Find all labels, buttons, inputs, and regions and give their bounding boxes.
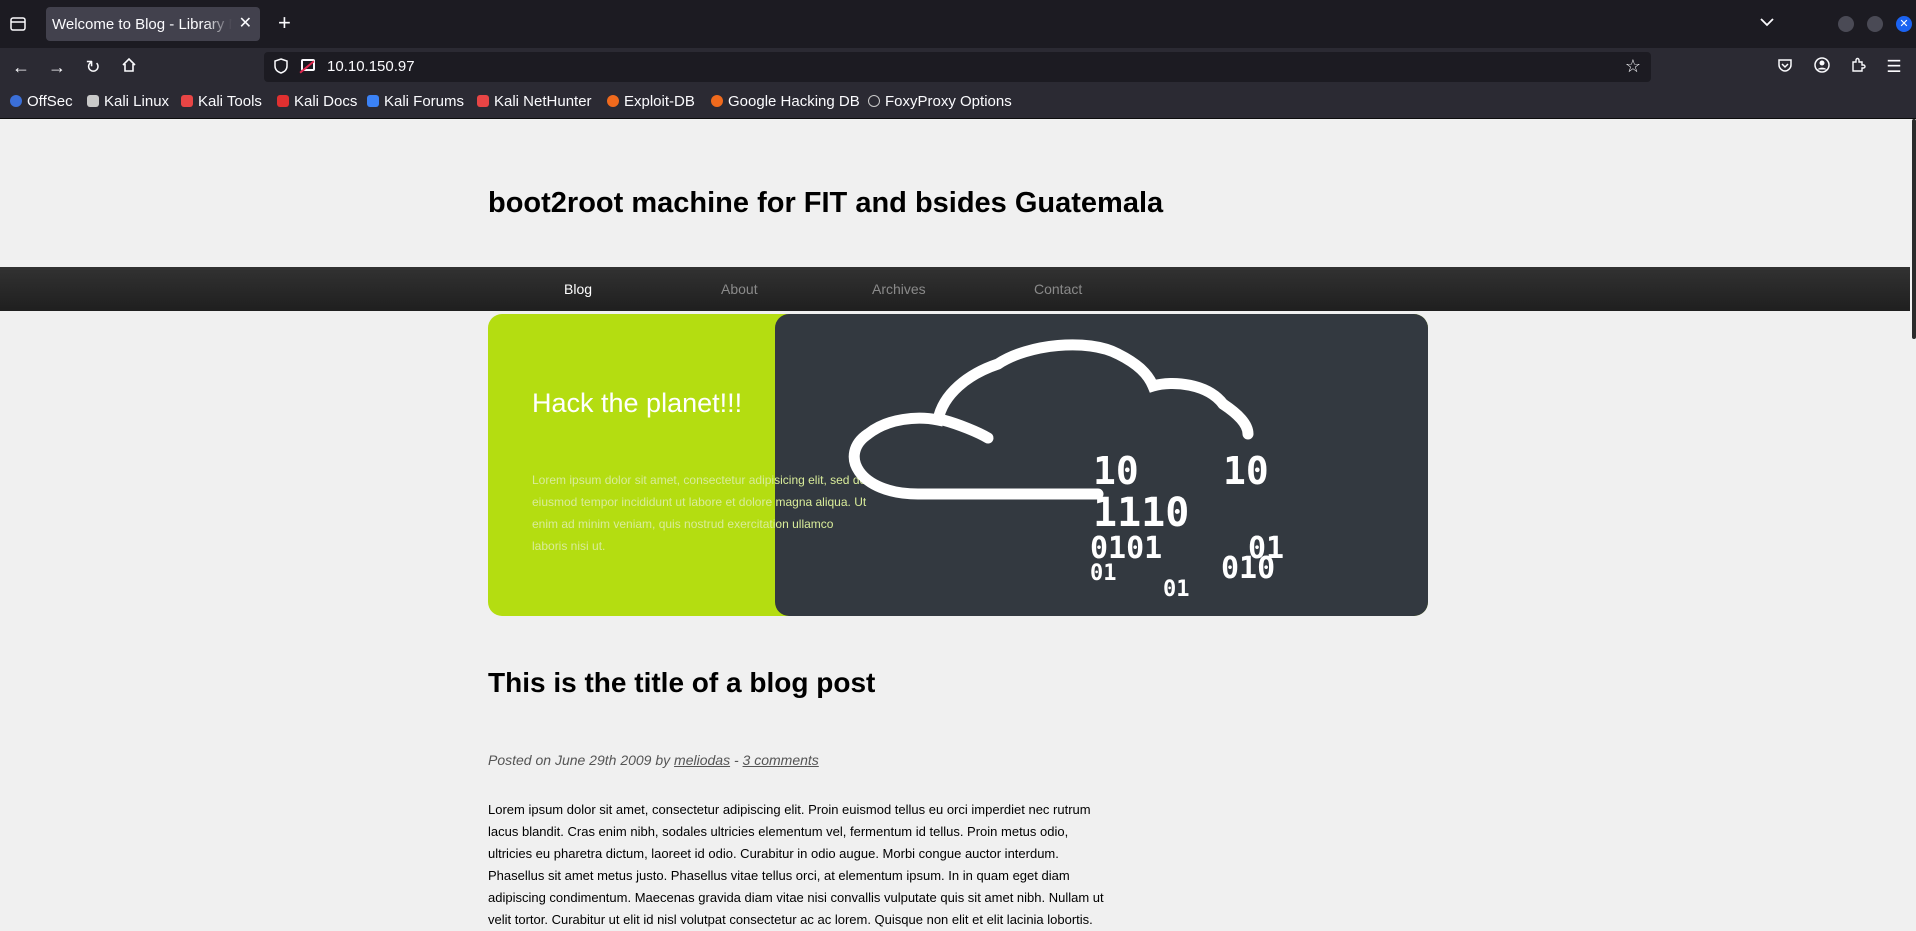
tab-list-icon[interactable] xyxy=(8,14,28,34)
bookmark-exploit-db[interactable]: Exploit-DB xyxy=(607,93,695,110)
hero-banner: Hack the planet!!! Lorem ipsum dolor sit… xyxy=(488,314,1428,616)
menu-item-archives[interactable]: Archives xyxy=(872,281,926,297)
site-title: boot2root machine for FIT and bsides Gua… xyxy=(488,187,1164,219)
globe-icon xyxy=(868,95,880,107)
tab-close-icon[interactable]: ✕ xyxy=(239,13,252,33)
bookmark-foxyproxy-options[interactable]: FoxyProxy Options xyxy=(868,93,1012,110)
bookmark-label: Google Hacking DB xyxy=(728,93,860,110)
binary-digits: 10 xyxy=(1093,449,1139,493)
post-title: This is the title of a blog post xyxy=(488,667,876,698)
navigation-toolbar: ← → ↻ 10.10.150.97 ☆ ☰ xyxy=(0,48,1916,86)
bookmarks-toolbar: OffSec Kali Linux Kali Tools Kali Docs K… xyxy=(0,86,1916,119)
binary-digits: 01 xyxy=(1163,577,1190,602)
bookmark-kali-forums[interactable]: Kali Forums xyxy=(367,93,464,110)
post-date: Posted on June 29th 2009 by xyxy=(488,752,671,768)
bookmark-label: Kali Docs xyxy=(294,93,358,110)
bookmark-label: Exploit-DB xyxy=(624,93,695,110)
url-text[interactable]: 10.10.150.97 xyxy=(327,58,415,75)
post-author-link[interactable]: meliodas xyxy=(674,752,730,768)
back-arrow-icon[interactable]: ← xyxy=(11,57,31,77)
bookmark-label: Kali Linux xyxy=(104,93,170,110)
menu-hamburger-icon[interactable]: ☰ xyxy=(1884,57,1904,77)
account-icon[interactable] xyxy=(1812,57,1832,78)
bookmark-kali-tools[interactable]: Kali Tools xyxy=(181,93,262,110)
binary-digits: 1110 xyxy=(1093,490,1189,536)
hero-title: Hack the planet!!! xyxy=(532,388,743,418)
bookmark-kali-linux[interactable]: Kali Linux xyxy=(87,93,169,110)
web-page: boot2root machine for FIT and bsides Gua… xyxy=(0,119,1916,931)
bookmark-offsec[interactable]: OffSec xyxy=(10,93,73,110)
chevron-down-icon[interactable] xyxy=(1760,14,1774,30)
cloud-binary-icon: 10 10 1110 0101 01 01 010 01 xyxy=(848,339,1284,602)
reload-icon[interactable]: ↻ xyxy=(83,57,103,77)
binary-digits: 01 xyxy=(1090,561,1117,586)
kali-forums-icon xyxy=(367,95,379,107)
ghdb-icon xyxy=(711,95,723,107)
bookmark-label: FoxyProxy Options xyxy=(885,93,1012,110)
forward-arrow-icon[interactable]: → xyxy=(47,57,67,77)
kali-tools-icon xyxy=(181,95,193,107)
menu-item-about[interactable]: About xyxy=(721,281,758,297)
exploit-db-icon xyxy=(607,95,619,107)
post-body: Lorem ipsum dolor sit amet, consectetur … xyxy=(488,802,1104,927)
bookmark-label: OffSec xyxy=(27,93,73,110)
bookmark-kali-docs[interactable]: Kali Docs xyxy=(277,93,357,110)
minimize-window-button[interactable] xyxy=(1838,16,1854,32)
shield-icon[interactable] xyxy=(274,58,288,77)
tab-strip: Welcome to Blog - Library Machine ✕ + ✕ xyxy=(0,0,1916,48)
home-icon[interactable] xyxy=(119,57,139,77)
bookmark-label: Kali NetHunter xyxy=(494,93,592,110)
close-window-button[interactable]: ✕ xyxy=(1896,16,1912,32)
site-menu: Blog About Archives Contact xyxy=(0,267,1910,311)
tab-title: Welcome to Blog - Library Machine xyxy=(52,16,232,33)
menu-item-blog[interactable]: Blog xyxy=(564,281,592,297)
bookmark-label: Kali Forums xyxy=(384,93,465,110)
bookmark-label: Kali Tools xyxy=(198,93,262,110)
post-comments-link[interactable]: 3 comments xyxy=(743,752,819,768)
bookmark-kali-nethunter[interactable]: Kali NetHunter xyxy=(477,93,592,110)
kali-nethunter-icon xyxy=(477,95,489,107)
scrollbar-thumb[interactable] xyxy=(1912,119,1916,339)
hero-text: Lorem ipsum dolor sit amet, consectetur … xyxy=(532,473,867,553)
binary-digits: 10 xyxy=(1223,449,1269,493)
bookmark-star-icon[interactable]: ☆ xyxy=(1625,56,1641,77)
post-meta-separator: - xyxy=(733,752,739,768)
kali-docs-icon xyxy=(277,95,289,107)
new-tab-icon[interactable]: + xyxy=(278,12,291,34)
bookmark-google-hacking-db[interactable]: Google Hacking DB xyxy=(711,93,860,110)
kali-dragon-icon xyxy=(87,95,99,107)
maximize-window-button[interactable] xyxy=(1867,16,1883,32)
binary-digits: 010 xyxy=(1221,551,1275,586)
page-scrollbar[interactable] xyxy=(1910,119,1916,931)
url-bar[interactable]: 10.10.150.97 ☆ xyxy=(264,52,1651,82)
menu-item-contact[interactable]: Contact xyxy=(1034,281,1082,297)
offsec-icon xyxy=(10,95,22,107)
extensions-icon[interactable] xyxy=(1848,57,1868,78)
active-tab[interactable]: Welcome to Blog - Library Machine ✕ xyxy=(46,7,260,41)
pocket-icon[interactable] xyxy=(1775,57,1795,78)
post-meta: Posted on June 29th 2009 by meliodas - 3… xyxy=(488,752,819,768)
